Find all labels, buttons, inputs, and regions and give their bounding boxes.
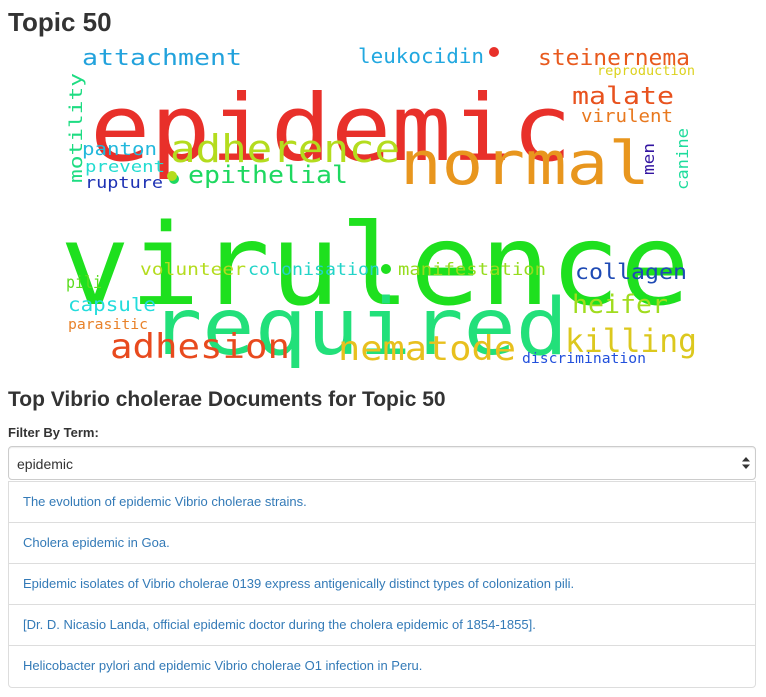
cloud-dot <box>489 47 499 57</box>
documents-heading: Top Vibrio cholerae Documents for Topic … <box>8 388 446 411</box>
cloud-word: men <box>639 143 658 175</box>
cloud-dot <box>167 171 177 181</box>
cloud-word: normal <box>400 129 650 199</box>
cloud-word: nematode <box>338 329 516 368</box>
cloud-word: rupture <box>85 173 163 192</box>
cloud-dot <box>381 264 391 274</box>
cloud-word: adhesion <box>110 327 290 367</box>
cloud-word: collagen <box>575 260 687 284</box>
cloud-word: attachment <box>82 46 242 71</box>
cloud-word: parasitic <box>68 317 148 333</box>
filter-selected-value: epidemic <box>17 456 74 472</box>
cloud-word: leukocidin <box>358 44 484 68</box>
documents-list: The evolution of epidemic Vibrio cholera… <box>8 481 756 688</box>
cloud-word: epithelial <box>188 161 348 189</box>
document-link[interactable]: Helicobacter pylori and epidemic Vibrio … <box>9 646 755 687</box>
cloud-word: reproduction <box>597 64 695 79</box>
page-title: Topic 50 <box>8 7 112 37</box>
cloud-word: discrimination <box>522 351 646 367</box>
cloud-word: volunteer <box>140 260 246 280</box>
document-link[interactable]: Cholera epidemic in Goa. <box>9 523 755 564</box>
cloud-word: virulent <box>581 106 673 127</box>
document-link[interactable]: Epidemic isolates of Vibrio cholerae 013… <box>9 564 755 605</box>
select-updown-icon <box>742 457 750 469</box>
document-link[interactable]: The evolution of epidemic Vibrio cholera… <box>9 482 755 523</box>
cloud-word: colonisation <box>248 260 380 280</box>
cloud-word: manifestation <box>398 260 546 280</box>
cloud-word: canine <box>673 128 692 190</box>
cloud-word: heifer <box>572 290 668 320</box>
filter-term-select[interactable]: epidemic <box>8 446 756 480</box>
cloud-word: capsule <box>68 294 156 316</box>
cloud-word: motility <box>66 73 87 183</box>
filter-label: Filter By Term: <box>8 425 99 440</box>
cloud-word: pili <box>66 273 102 293</box>
document-link[interactable]: [Dr. D. Nicasio Landa, official epidemic… <box>9 605 755 646</box>
topic-word-cloud: epidemicvirulencerequirednormaladherence… <box>60 44 697 368</box>
